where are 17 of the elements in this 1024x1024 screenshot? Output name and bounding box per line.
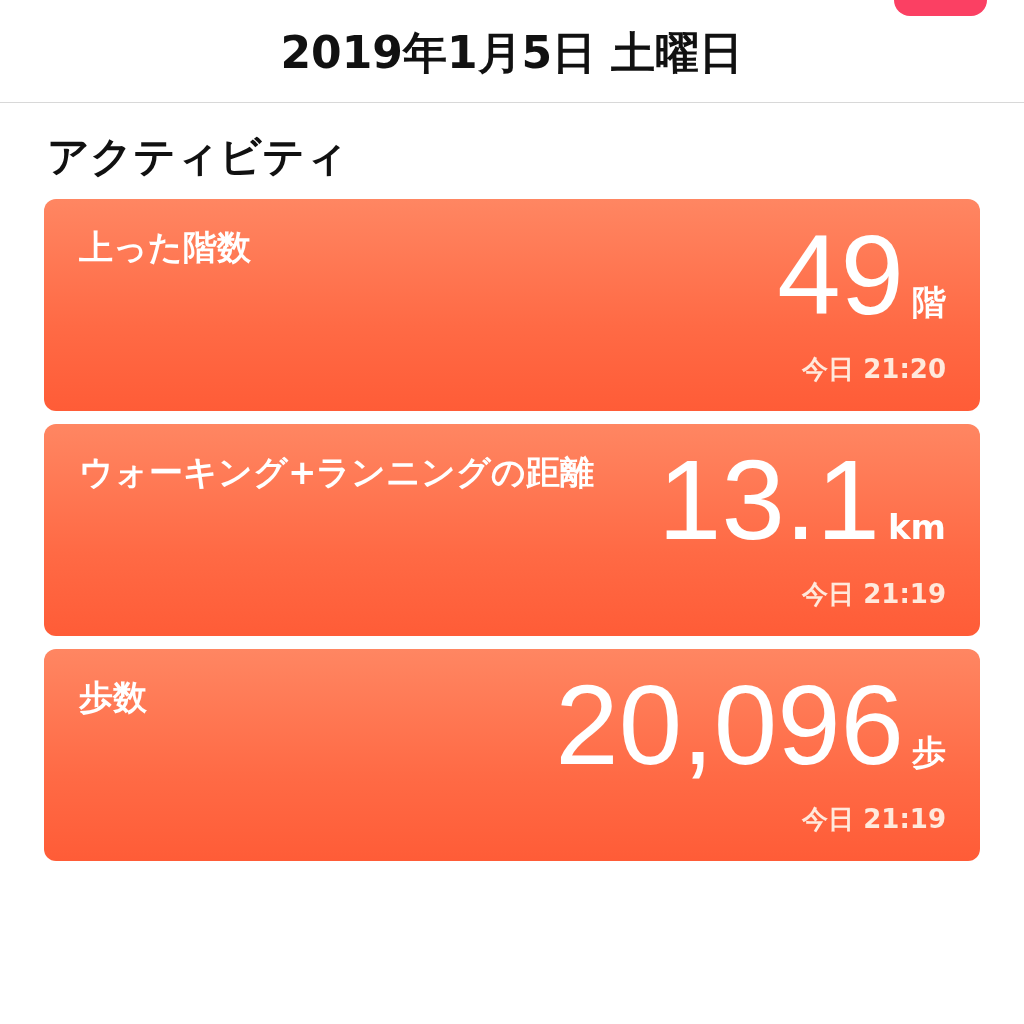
metric-card[interactable]: 歩数 20,096 歩 今日 21:19 [44,649,980,861]
date-title: 2019年1月5日 土曜日 [280,25,744,80]
metric-card[interactable]: ウォーキング+ランニングの距離 13.1 km 今日 21:19 [44,424,980,636]
metric-value: 49 [777,215,904,335]
metric-value: 20,096 [555,665,904,785]
metric-unit: 階 [912,281,946,324]
metric-value: 13.1 [658,440,880,560]
metric-card[interactable]: 上った階数 49 階 今日 21:20 [44,199,980,411]
section-title: アクティビティ [46,131,349,183]
metric-time: 今日 21:20 [802,353,946,386]
metric-time: 今日 21:19 [802,803,946,836]
metric-label: 歩数 [79,676,147,719]
metric-label: ウォーキング+ランニングの距離 [79,451,595,494]
metric-label: 上った階数 [79,226,251,269]
metric-time: 今日 21:19 [802,578,946,611]
metric-unit: 歩 [912,731,946,774]
metric-unit: km [887,507,946,547]
